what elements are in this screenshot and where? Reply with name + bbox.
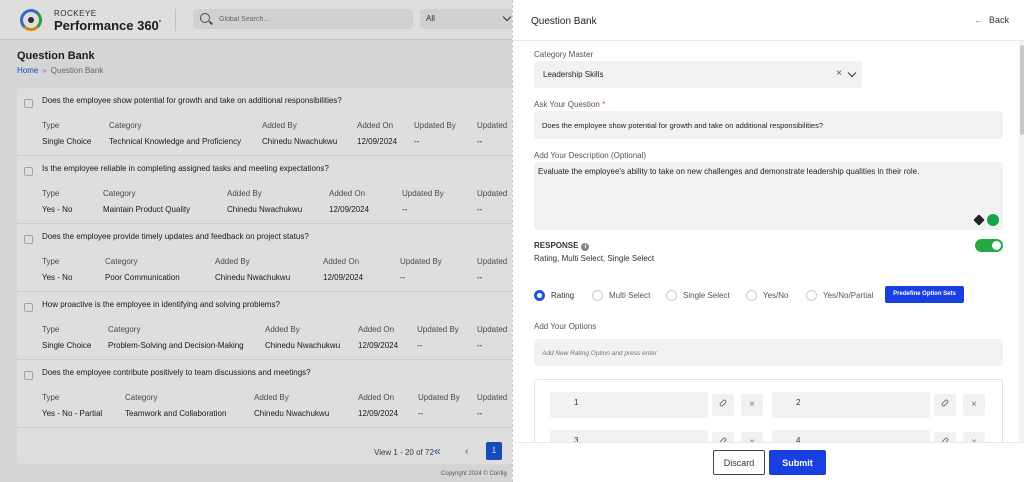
add-option-input[interactable] bbox=[542, 347, 982, 359]
remove-option-button[interactable]: × bbox=[741, 394, 763, 416]
response-title-text: RESPONSE bbox=[534, 241, 579, 250]
drawer-footer: Discard Submit bbox=[513, 442, 1024, 482]
response-summary: Rating, Multi Select, Single Select bbox=[534, 254, 655, 263]
pen-icon[interactable] bbox=[973, 214, 985, 226]
radio-icon[interactable] bbox=[666, 290, 677, 301]
response-toggle[interactable] bbox=[975, 239, 1003, 252]
radio-icon[interactable] bbox=[806, 290, 817, 301]
remove-option-button[interactable]: × bbox=[963, 394, 985, 416]
option-value-field[interactable]: 2 bbox=[772, 392, 930, 418]
drawer-body: Category Master Leadership Skills × Ask … bbox=[513, 41, 1024, 442]
remove-option-button[interactable]: × bbox=[963, 432, 985, 442]
response-type-label: Yes/No/Partial bbox=[823, 291, 874, 300]
options-label: Add Your Options bbox=[534, 322, 597, 331]
response-type-radio[interactable]: Yes/No bbox=[746, 290, 789, 301]
link-option-button[interactable] bbox=[712, 394, 734, 416]
response-type-radio[interactable]: Multi Select bbox=[592, 290, 650, 301]
description-textarea[interactable]: Evaluate the employee's ability to take … bbox=[534, 162, 1003, 230]
predefine-option-sets-button[interactable]: Predefine Option Sets bbox=[885, 286, 964, 303]
response-type-radio[interactable]: Single Select bbox=[666, 290, 730, 301]
remove-option-button[interactable]: × bbox=[741, 432, 763, 442]
response-type-label: Single Select bbox=[683, 291, 730, 300]
radio-icon[interactable] bbox=[746, 290, 757, 301]
link-icon bbox=[718, 398, 728, 408]
category-value: Leadership Skills bbox=[543, 70, 604, 79]
response-type-radio[interactable]: Yes/No/Partial bbox=[806, 290, 873, 301]
back-button[interactable]: ← Back bbox=[974, 15, 1009, 25]
options-grid: 1 × 2 × 3 × 4 × bbox=[534, 379, 1003, 442]
description-label: Add Your Description (Optional) bbox=[534, 151, 647, 160]
category-label: Category Master bbox=[534, 50, 594, 59]
category-select[interactable]: Leadership Skills × bbox=[534, 61, 862, 88]
link-option-button[interactable] bbox=[712, 432, 734, 442]
response-type-label: Rating bbox=[551, 291, 575, 300]
radio-icon[interactable] bbox=[534, 290, 545, 301]
scrollbar-thumb[interactable] bbox=[1020, 45, 1024, 135]
discard-button[interactable]: Discard bbox=[713, 450, 765, 475]
question-label: Ask Your Question * bbox=[534, 100, 605, 109]
submit-button[interactable]: Submit bbox=[769, 450, 826, 475]
info-icon[interactable]: i bbox=[581, 243, 590, 251]
drawer-title: Question Bank bbox=[531, 16, 597, 27]
question-input[interactable]: Does the employee show potential for gro… bbox=[534, 111, 1003, 139]
required-mark: * bbox=[602, 100, 606, 109]
chevron-down-icon[interactable] bbox=[847, 68, 857, 78]
response-type-radio[interactable]: Rating bbox=[534, 290, 574, 301]
radio-icon[interactable] bbox=[592, 290, 603, 301]
response-title: RESPONSE i bbox=[534, 241, 590, 251]
add-option-field[interactable] bbox=[534, 339, 1003, 366]
response-type-label: Yes/No bbox=[763, 291, 789, 300]
back-label: Back bbox=[988, 15, 1009, 25]
grammar-assistant-icon[interactable] bbox=[987, 214, 999, 226]
link-option-button[interactable] bbox=[934, 394, 956, 416]
link-icon bbox=[940, 398, 950, 408]
scrollbar[interactable] bbox=[1019, 41, 1024, 442]
question-drawer: Question Bank ← Back Category Master Lead… bbox=[512, 0, 1024, 482]
option-value-field[interactable]: 4 bbox=[772, 430, 930, 442]
editor-tools bbox=[973, 214, 999, 226]
option-value-field[interactable]: 3 bbox=[550, 430, 708, 442]
link-option-button[interactable] bbox=[934, 432, 956, 442]
arrow-left-icon: ← bbox=[973, 15, 983, 25]
drawer-header: Question Bank ← Back bbox=[513, 0, 1024, 41]
option-value-field[interactable]: 1 bbox=[550, 392, 708, 418]
question-label-text: Ask Your Question bbox=[534, 100, 600, 109]
clear-icon[interactable]: × bbox=[836, 68, 842, 79]
response-type-label: Multi Select bbox=[609, 291, 651, 300]
description-text: Evaluate the employee's ability to take … bbox=[538, 167, 920, 176]
